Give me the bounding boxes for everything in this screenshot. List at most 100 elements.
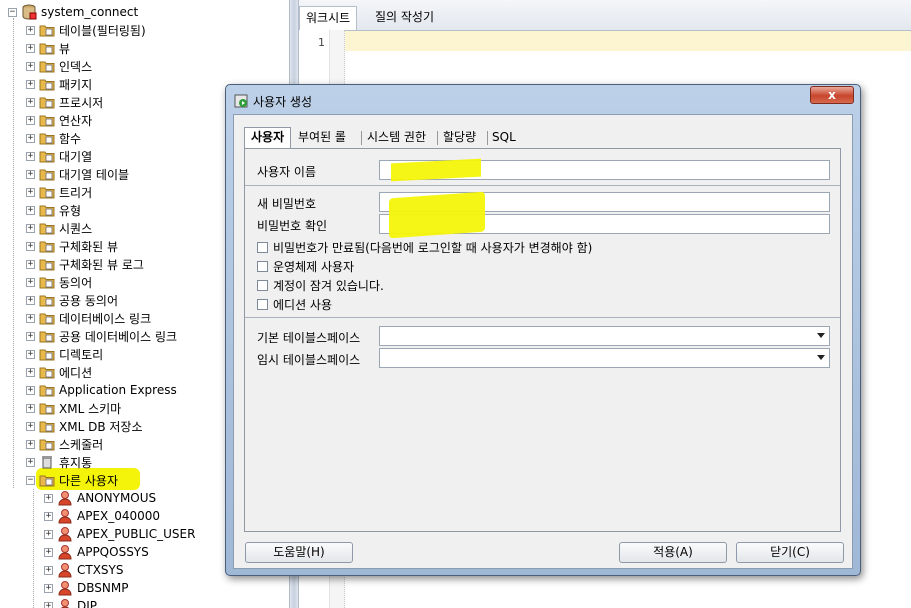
tree-folder-node[interactable]: + 시퀀스	[26, 219, 92, 237]
apply-button[interactable]: 적용(A)	[619, 542, 727, 563]
expand-icon[interactable]: +	[26, 223, 35, 233]
tree-folder-node[interactable]: + 인덱스	[26, 57, 92, 75]
sql-editor-current-line[interactable]	[345, 31, 911, 51]
expand-icon[interactable]: +	[44, 601, 53, 608]
tree-folder-node[interactable]: + 구체화된 뷰 로그	[26, 255, 144, 273]
expand-icon[interactable]: +	[26, 349, 35, 359]
expand-icon[interactable]: +	[26, 295, 35, 305]
expand-icon[interactable]: +	[26, 187, 35, 197]
tree-folder-node[interactable]: + 데이터베이스 링크	[26, 309, 151, 327]
folder-icon	[39, 385, 55, 397]
expand-icon[interactable]: +	[44, 529, 53, 539]
expand-icon[interactable]: +	[26, 205, 35, 215]
expand-icon[interactable]: +	[44, 547, 53, 557]
chevron-down-icon[interactable]	[817, 355, 825, 360]
tree-folder-label: 공용 동의어	[59, 293, 119, 308]
tab-sql[interactable]: SQL	[490, 128, 518, 147]
tree-user-node[interactable]: + APPQOSSYS	[44, 543, 149, 561]
tab-query-builder[interactable]: 질의 작성기	[369, 8, 440, 25]
tree-root-node[interactable]: − system_connect	[8, 3, 138, 21]
collapse-icon[interactable]: −	[8, 7, 17, 17]
dialog-titlebar[interactable]: 사용자 생성	[234, 91, 312, 111]
tree-user-node[interactable]: + APEX_PUBLIC_USER	[44, 525, 195, 543]
tree-user-node[interactable]: + DIP	[44, 597, 97, 608]
tree-folder-node[interactable]: + 동의어	[26, 273, 92, 291]
expand-icon[interactable]: +	[26, 313, 35, 323]
tree-folder-node[interactable]: + XML DB 저장소	[26, 417, 142, 435]
expand-icon[interactable]: +	[44, 565, 53, 575]
expand-icon[interactable]: +	[26, 439, 35, 449]
account-locked-checkbox[interactable]: 계정이 잠겨 있습니다.	[257, 277, 384, 294]
chevron-down-icon[interactable]	[817, 333, 825, 338]
password-expired-checkbox[interactable]: 비밀번호가 만료됨(다음번에 로그인할 때 사용자가 변경해야 함)	[257, 239, 592, 256]
expand-icon[interactable]: +	[44, 583, 53, 593]
collapse-icon[interactable]: −	[26, 475, 35, 485]
expand-icon[interactable]: +	[26, 277, 35, 287]
tree-user-node[interactable]: + DBSNMP	[44, 579, 128, 597]
expand-icon[interactable]: +	[26, 25, 35, 35]
close-icon[interactable]: x	[810, 86, 854, 104]
tree-folder-node[interactable]: + 뷰	[26, 39, 70, 57]
tree-folder-node[interactable]: + 휴지통	[26, 453, 92, 471]
tree-folder-label: 테이블(필터링됨)	[59, 23, 146, 38]
tree-folder-node[interactable]: + 대기열	[26, 147, 92, 165]
tree-user-node[interactable]: + ANONYMOUS	[44, 489, 156, 507]
dialog-title: 사용자 생성	[253, 94, 313, 109]
expand-icon[interactable]: +	[26, 133, 35, 143]
expand-icon[interactable]: +	[26, 169, 35, 179]
tree-folder-node[interactable]: + 에디션	[26, 363, 92, 381]
tree-folder-node[interactable]: + 디렉토리	[26, 345, 103, 363]
expand-icon[interactable]: +	[26, 151, 35, 161]
expand-icon[interactable]: +	[26, 385, 35, 395]
os-user-checkbox[interactable]: 운영체제 사용자	[257, 258, 354, 275]
tab-granted-roles[interactable]: 부여된 롤	[296, 128, 348, 147]
expand-icon[interactable]: +	[26, 115, 35, 125]
tree-folder-node[interactable]: + 함수	[26, 129, 81, 147]
checkbox-box[interactable]	[257, 242, 268, 253]
tree-folder-label: 대기열	[59, 149, 93, 164]
expand-icon[interactable]: +	[26, 421, 35, 431]
tree-folder-label: 휴지통	[59, 455, 93, 470]
expand-icon[interactable]: +	[26, 43, 35, 53]
tab-user[interactable]: 사용자	[244, 127, 292, 149]
tree-folder-node[interactable]: + 트리거	[26, 183, 92, 201]
expand-icon[interactable]: +	[26, 97, 35, 107]
default-tablespace-select[interactable]	[379, 326, 830, 346]
tree-folder-node[interactable]: − 다른 사용자	[26, 471, 118, 489]
expand-icon[interactable]: +	[26, 61, 35, 71]
expand-icon[interactable]: +	[26, 457, 35, 467]
expand-icon[interactable]: +	[44, 511, 53, 521]
tree-folder-node[interactable]: + 테이블(필터링됨)	[26, 21, 146, 39]
help-button[interactable]: 도움말(H)	[245, 542, 353, 563]
expand-icon[interactable]: +	[26, 241, 35, 251]
tree-folder-node[interactable]: + 스케줄러	[26, 435, 103, 453]
checkbox-box[interactable]	[257, 261, 268, 272]
tree-folder-node[interactable]: + 프로시저	[26, 93, 103, 111]
temp-tablespace-select[interactable]	[379, 348, 830, 368]
tree-folder-node[interactable]: + 구체화된 뷰	[26, 237, 118, 255]
tab-quota[interactable]: 할당량	[441, 128, 478, 147]
expand-icon[interactable]: +	[26, 403, 35, 413]
tree-folder-node[interactable]: + 유형	[26, 201, 81, 219]
tree-folder-node[interactable]: + 대기열 테이블	[26, 165, 129, 183]
tree-folder-node[interactable]: + 공용 데이터베이스 링크	[26, 327, 177, 345]
close-button[interactable]: 닫기(C)	[736, 542, 844, 563]
tree-folder-node[interactable]: + Application Express	[26, 381, 177, 399]
checkbox-box[interactable]	[257, 280, 268, 291]
tree-user-node[interactable]: + APEX_040000	[44, 507, 160, 525]
expand-icon[interactable]: +	[44, 493, 53, 503]
tab-system-privileges[interactable]: 시스템 권한	[365, 128, 428, 147]
tree-user-node[interactable]: + CTXSYS	[44, 561, 124, 579]
tree-folder-node[interactable]: + 공용 동의어	[26, 291, 118, 309]
expand-icon[interactable]: +	[26, 331, 35, 341]
checkbox-box[interactable]	[257, 299, 268, 310]
edition-enabled-checkbox[interactable]: 에디션 사용	[257, 296, 332, 313]
tab-worksheet[interactable]: 워크시트	[299, 6, 358, 30]
folder-icon	[39, 223, 55, 235]
tree-folder-node[interactable]: + XML 스키마	[26, 399, 121, 417]
expand-icon[interactable]: +	[26, 367, 35, 377]
tree-folder-node[interactable]: + 연산자	[26, 111, 92, 129]
expand-icon[interactable]: +	[26, 259, 35, 269]
expand-icon[interactable]: +	[26, 79, 35, 89]
tree-folder-node[interactable]: + 패키지	[26, 75, 92, 93]
